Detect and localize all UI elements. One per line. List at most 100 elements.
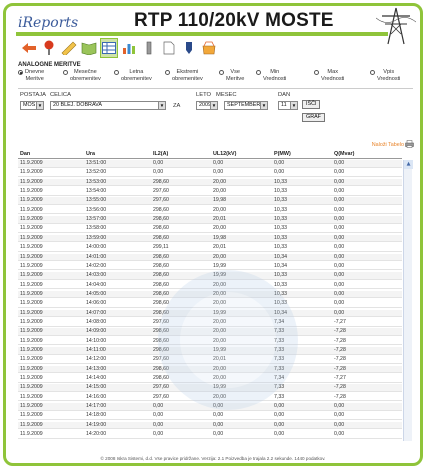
pencil-icon[interactable] bbox=[60, 38, 78, 58]
table-row[interactable]: 11.9.2009 13:52:00 0,00 0,00 0,00 0,00 bbox=[18, 169, 402, 177]
book-icon[interactable] bbox=[80, 38, 98, 58]
table-row[interactable]: 11.9.2009 14:09:00 298,60 20,00 7,33 -7,28 bbox=[18, 328, 402, 336]
table-cell: 19,98 bbox=[213, 234, 226, 241]
column-header[interactable]: Dan bbox=[20, 151, 30, 157]
table-cell: 11.9.2009 bbox=[20, 421, 43, 428]
table-cell: 10,33 bbox=[274, 197, 287, 204]
table-row[interactable]: 11.9.2009 14:04:00 298,60 20,00 10,33 0,00 bbox=[18, 282, 402, 290]
table-row[interactable]: 11.9.2009 14:13:00 298,60 20,00 7,33 -7,28 bbox=[18, 365, 402, 374]
table-cell: 20,00 bbox=[213, 206, 226, 213]
table-row[interactable]: 11.9.2009 13:55:00 297,60 19,98 10,33 0,00 bbox=[18, 197, 402, 205]
pin-icon[interactable] bbox=[40, 38, 58, 58]
table-row[interactable]: 11.9.2009 14:00:00 299,11 20,01 10,33 0,00 bbox=[18, 244, 402, 252]
chart-icon[interactable] bbox=[120, 38, 138, 58]
table-row[interactable]: 11.9.2009 14:17:00 0,00 0,00 0,00 0,00 bbox=[18, 403, 402, 411]
table-row[interactable]: 11.9.2009 14:10:00 298,60 20,00 7,33 -7,28 bbox=[18, 338, 402, 346]
table-row[interactable]: 11.9.2009 13:54:00 297,60 20,00 10,33 0,00 bbox=[18, 188, 402, 196]
dan-select[interactable]: 11 ▼ bbox=[278, 101, 298, 110]
vertical-scrollbar[interactable]: ▲ bbox=[403, 160, 413, 441]
table-row[interactable]: 11.9.2009 14:03:00 298,60 19,99 10,33 0,00 bbox=[18, 272, 402, 280]
graph-button[interactable]: GRAF bbox=[302, 113, 325, 122]
table-cell: 0,00 bbox=[334, 216, 345, 223]
radio-dot[interactable] bbox=[219, 70, 224, 75]
table-cell: 13:53:00 bbox=[86, 178, 107, 185]
table-row[interactable]: 11.9.2009 14:16:00 297,60 20,00 7,33 -7,28 bbox=[18, 394, 402, 402]
celica-select[interactable]: 20 BLEJ. DOBRAVA ▼ bbox=[50, 101, 166, 110]
table-cell: 11.9.2009 bbox=[20, 403, 43, 410]
table-row[interactable]: 11.9.2009 14:19:00 0,00 0,00 0,00 0,00 bbox=[18, 421, 402, 430]
table-row[interactable]: 11.9.2009 14:07:00 298,60 19,99 10,34 0,00 bbox=[18, 309, 402, 318]
radio-dot[interactable] bbox=[256, 70, 261, 75]
table-row[interactable]: 11.9.2009 13:53:00 298,60 20,00 10,33 0,00 bbox=[18, 178, 402, 187]
column-header[interactable]: IL2(A) bbox=[153, 151, 168, 157]
radio-label: Vse Meritve bbox=[226, 69, 245, 82]
table-cell: 14:18:00 bbox=[86, 412, 107, 419]
search-button[interactable]: IŠČI bbox=[302, 100, 321, 109]
table-cell: 14:20:00 bbox=[86, 431, 107, 438]
table-cell: 19,99 bbox=[213, 309, 226, 316]
table-row[interactable]: 11.9.2009 14:20:00 0,00 0,00 0,00 0,00 bbox=[18, 431, 402, 439]
table-row[interactable]: 11.9.2009 14:01:00 298,60 20,00 10,34 0,00 bbox=[18, 253, 402, 262]
table-row[interactable]: 11.9.2009 13:57:00 298,60 20,01 10,33 0,00 bbox=[18, 216, 402, 224]
table-cell: 10,33 bbox=[274, 188, 287, 195]
table-cell: 0,00 bbox=[213, 169, 224, 176]
column-header[interactable]: UL12(kV) bbox=[213, 151, 236, 157]
table-row[interactable]: 11.9.2009 14:11:00 298,60 19,99 7,33 -7,28 bbox=[18, 347, 402, 355]
table-row[interactable]: 11.9.2009 14:02:00 298,60 19,99 10,34 0,00 bbox=[18, 263, 402, 271]
column-header[interactable]: Q(Mvar) bbox=[334, 151, 354, 157]
radio-dot[interactable] bbox=[314, 70, 319, 75]
table-cell: 14:10:00 bbox=[86, 337, 107, 344]
table-row[interactable]: 11.9.2009 14:14:00 298,60 20,00 7,34 -7,27 bbox=[18, 375, 402, 383]
table-row[interactable]: 11.9.2009 13:58:00 298,60 20,00 10,33 0,00 bbox=[18, 225, 402, 234]
load-table-link[interactable]: Naloži Tabelo bbox=[372, 142, 404, 148]
mesec-select[interactable]: SEPTEMBER ▼ bbox=[224, 101, 268, 110]
table-cell: 298,60 bbox=[153, 365, 169, 372]
back-arrow-icon[interactable] bbox=[20, 38, 38, 58]
table-cell: 11.9.2009 bbox=[20, 384, 43, 391]
table-row[interactable]: 11.9.2009 13:51:00 0,00 0,00 0,00 0,00 bbox=[18, 160, 402, 168]
open-box-icon[interactable] bbox=[200, 38, 218, 58]
table-cell: 11.9.2009 bbox=[20, 393, 43, 400]
table-cell: 11.9.2009 bbox=[20, 234, 43, 241]
table-cell: 297,60 bbox=[153, 318, 169, 325]
table-row[interactable]: 11.9.2009 14:06:00 298,60 20,00 10,33 0,00 bbox=[18, 300, 402, 308]
table-row[interactable]: 11.9.2009 14:18:00 0,00 0,00 0,00 0,00 bbox=[18, 412, 402, 421]
table-row[interactable]: 11.9.2009 13:59:00 298,60 19,98 10,33 0,00 bbox=[18, 234, 402, 243]
table-row[interactable]: 11.9.2009 14:08:00 297,60 20,00 7,34 -7,27 bbox=[18, 319, 402, 327]
print-icon[interactable] bbox=[405, 140, 414, 148]
table-cell: 11.9.2009 bbox=[20, 197, 43, 204]
radio-dot[interactable] bbox=[18, 70, 23, 75]
marker-icon[interactable] bbox=[180, 38, 198, 58]
table-row[interactable]: 11.9.2009 14:15:00 297,60 19,99 7,33 -7,28 bbox=[18, 384, 402, 392]
table-cell: 7,33 bbox=[274, 384, 285, 391]
table-cell: 0,00 bbox=[334, 225, 345, 232]
radio-dot[interactable] bbox=[114, 70, 119, 75]
leto-select[interactable]: 2009 ▼ bbox=[196, 101, 218, 110]
power-pylon-icon bbox=[376, 7, 416, 45]
postaja-select[interactable]: MOS ▼ bbox=[20, 101, 44, 110]
table-cell: 7,33 bbox=[274, 328, 285, 335]
radio-dot[interactable] bbox=[370, 70, 375, 75]
radio-dot[interactable] bbox=[165, 70, 170, 75]
scroll-up-icon[interactable]: ▲ bbox=[404, 160, 413, 169]
table-cell: 13:55:00 bbox=[86, 197, 107, 204]
table-row[interactable]: 11.9.2009 14:12:00 297,60 20,01 7,33 -7,28 bbox=[18, 356, 402, 364]
table-cell: 10,33 bbox=[274, 300, 287, 307]
wrench-icon[interactable] bbox=[140, 38, 158, 58]
radio-dot[interactable] bbox=[63, 70, 68, 75]
table-cell: 20,00 bbox=[213, 225, 226, 232]
table-cell: 0,00 bbox=[274, 403, 285, 410]
table-cell: 0,00 bbox=[274, 160, 285, 166]
table-cell: 11.9.2009 bbox=[20, 160, 43, 166]
column-header[interactable]: Ura bbox=[86, 151, 95, 157]
radio-label: Min Vrednosti bbox=[263, 69, 287, 82]
column-header[interactable]: P(MW) bbox=[274, 151, 291, 157]
page-title: RTP 110/20kV MOSTE bbox=[134, 10, 334, 31]
table-cell: 297,60 bbox=[153, 188, 169, 195]
table-icon[interactable] bbox=[100, 38, 118, 58]
table-row[interactable]: 11.9.2009 14:05:00 298,60 20,00 10,33 0,00 bbox=[18, 290, 402, 299]
table-row[interactable]: 11.9.2009 13:56:00 298,60 20,00 10,33 0,00 bbox=[18, 207, 402, 215]
document-icon[interactable] bbox=[160, 38, 178, 58]
table-cell: 0,00 bbox=[213, 160, 224, 166]
table-cell: 20,00 bbox=[213, 281, 226, 288]
